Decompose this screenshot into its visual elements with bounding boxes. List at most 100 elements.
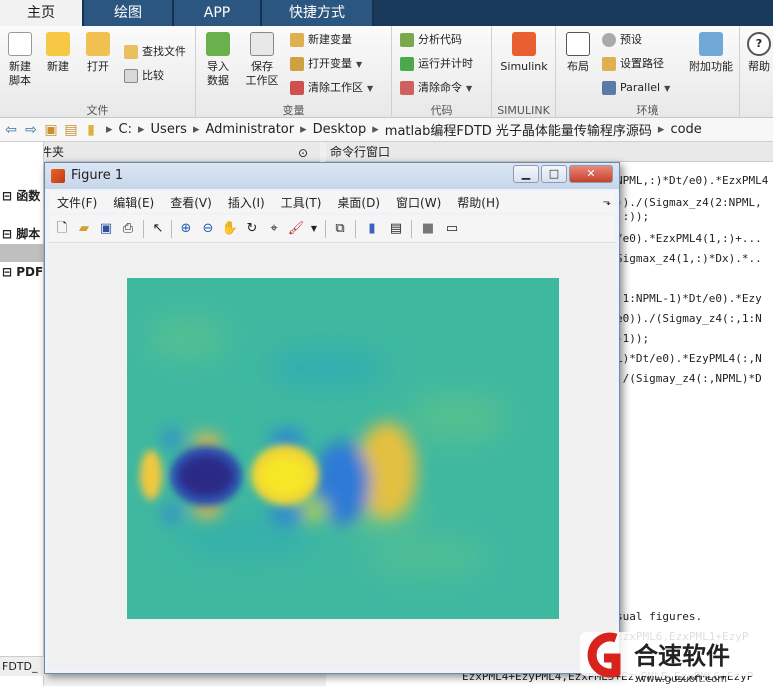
figure-canvas: [49, 245, 615, 669]
set-path-button[interactable]: 设置路径: [600, 54, 664, 74]
close-button[interactable]: ✕: [569, 165, 613, 183]
forward-arrow-icon[interactable]: ⇨: [22, 121, 40, 139]
chevron-down-icon: ▼: [367, 84, 374, 93]
code-group: 分析代码 运行并计时 清除命令 ▼ 代码: [392, 26, 492, 118]
new-figure-icon[interactable]: 🗋: [53, 220, 71, 238]
addons-cubes-icon: [699, 32, 723, 56]
panel-menu-chevron-icon[interactable]: ⊙: [298, 143, 308, 163]
menu-view[interactable]: 查看(V): [162, 194, 220, 211]
figure-titlebar[interactable]: Figure 1 ▁ □ ✕: [45, 163, 619, 189]
save-workspace-button[interactable]: 保存 工作区: [240, 30, 284, 88]
parallel-icon: [602, 81, 616, 95]
print-icon[interactable]: ⎙: [119, 220, 137, 238]
data-cursor-icon[interactable]: ⌖: [265, 220, 283, 238]
tab-plots[interactable]: 绘图: [84, 0, 174, 26]
layout-button[interactable]: 布局: [558, 30, 598, 74]
preferences-button[interactable]: 预设: [600, 30, 642, 50]
preferences-label: 预设: [620, 33, 642, 46]
compare-icon: [124, 69, 138, 83]
figure-window[interactable]: Figure 1 ▁ □ ✕ 文件(F) 编辑(E) 查看(V) 插入(I) 工…: [44, 162, 620, 674]
colorbar-icon[interactable]: ▮: [363, 220, 381, 238]
command-window-title: 命令行窗口: [330, 145, 391, 159]
browse-folder-icon[interactable]: ▤: [62, 121, 80, 139]
new-script-button[interactable]: 新建 脚本: [0, 30, 40, 88]
show-plot-tools-icon[interactable]: ▭: [443, 220, 461, 238]
dock-arrow-icon[interactable]: ⬎: [603, 197, 611, 208]
back-arrow-icon[interactable]: ⇦: [2, 121, 20, 139]
zoom-out-icon[interactable]: ⊖: [199, 220, 217, 238]
collapse-icon[interactable]: ⊟: [2, 265, 16, 279]
analyze-code-button[interactable]: 分析代码: [398, 30, 462, 50]
help-question-icon: ?: [747, 32, 771, 56]
selected-file-row[interactable]: [0, 244, 44, 262]
crumb-project-folder[interactable]: matlab编程FDTD 光子晶体能量传输程序源码: [385, 120, 652, 139]
import-data-button[interactable]: 导入 数据: [198, 30, 238, 88]
brush-icon[interactable]: 🖌: [287, 220, 305, 238]
folder-group-scripts[interactable]: ⊟ 脚本: [0, 224, 40, 244]
rotate-3d-icon[interactable]: ↻: [243, 220, 261, 238]
command-window-header: 命令行窗口: [326, 142, 773, 162]
crumb-drive[interactable]: C:: [119, 122, 132, 137]
menu-desktop[interactable]: 桌面(D): [329, 194, 388, 211]
menu-edit[interactable]: 编辑(E): [105, 194, 162, 211]
help-button[interactable]: ? 帮助: [740, 30, 773, 74]
import-data-label: 导入 数据: [207, 60, 229, 87]
folder-group-pdf[interactable]: ⊟ PDF: [0, 262, 43, 282]
open-button[interactable]: 打开: [78, 30, 118, 74]
tab-shortcuts[interactable]: 快捷方式: [262, 0, 374, 26]
addons-button[interactable]: 附加功能: [684, 30, 738, 74]
collapse-icon[interactable]: ⊟: [2, 189, 16, 203]
maximize-button[interactable]: □: [541, 165, 567, 183]
crumb-code[interactable]: code: [670, 122, 701, 137]
chevron-down-icon[interactable]: ▼: [305, 220, 323, 238]
crumb-users[interactable]: Users: [151, 122, 187, 137]
link-plot-icon[interactable]: ⧉: [331, 220, 349, 238]
addons-label: 附加功能: [689, 60, 733, 73]
file-details-bar: FDTD_: [0, 656, 44, 676]
folder-icon: ▮: [87, 121, 95, 138]
legend-icon[interactable]: ▤: [387, 220, 405, 238]
collapse-icon[interactable]: ⊟: [2, 227, 16, 241]
open-variable-button[interactable]: 打开变量 ▼: [288, 54, 362, 74]
save-icon[interactable]: ▣: [97, 220, 115, 238]
command-line: e0))./(Sigmay_z4(:,1:N: [616, 312, 762, 325]
folder-group-functions[interactable]: ⊟ 函数: [0, 186, 40, 206]
new-label: 新建: [47, 60, 69, 73]
minimize-button[interactable]: ▁: [513, 165, 539, 183]
field-plot-axes[interactable]: [127, 278, 559, 619]
tab-apps[interactable]: APP: [174, 0, 262, 26]
new-button[interactable]: 新建: [38, 30, 78, 74]
clear-workspace-button[interactable]: 清除工作区 ▼: [288, 78, 373, 98]
path-separator: ▸: [657, 122, 665, 137]
run-and-time-button[interactable]: 运行并计时: [398, 54, 473, 74]
crumb-desktop[interactable]: Desktop: [313, 122, 367, 137]
tab-home[interactable]: 主页: [0, 0, 84, 26]
figure-title: Figure 1: [71, 168, 124, 183]
menu-tools[interactable]: 工具(T): [273, 194, 330, 211]
menu-file[interactable]: 文件(F): [49, 194, 105, 211]
menu-window[interactable]: 窗口(W): [388, 194, 449, 211]
save-workspace-label: 保存 工作区: [245, 60, 279, 87]
find-files-label: 查找文件: [142, 45, 186, 58]
pointer-icon[interactable]: ↖: [149, 220, 167, 238]
path-separator: ▸: [192, 122, 200, 137]
parallel-button[interactable]: Parallel ▼: [600, 78, 670, 98]
menu-help[interactable]: 帮助(H): [449, 194, 507, 211]
figure-menubar: 文件(F) 编辑(E) 查看(V) 插入(I) 工具(T) 桌面(D) 窗口(W…: [49, 191, 615, 213]
clear-commands-button[interactable]: 清除命令 ▼: [398, 78, 472, 98]
analyze-code-icon: [400, 33, 414, 47]
pan-hand-icon[interactable]: ✋: [221, 220, 239, 238]
menu-insert[interactable]: 插入(I): [220, 194, 273, 211]
open-file-icon[interactable]: ▰: [75, 220, 93, 238]
simulink-button[interactable]: Simulink: [496, 30, 552, 74]
crumb-administrator[interactable]: Administrator: [205, 122, 294, 137]
up-folder-icon[interactable]: ▣: [42, 121, 60, 139]
save-workspace-icon: [250, 32, 274, 56]
compare-button[interactable]: 比较: [122, 66, 164, 86]
find-files-button[interactable]: 查找文件: [122, 42, 186, 62]
chevron-down-icon: ▼: [664, 84, 671, 93]
current-folder-panel: ⊟ 函数 ⊟ 脚本 ⊟ PDF: [0, 142, 44, 686]
hide-plot-tools-icon[interactable]: ■: [419, 220, 437, 238]
new-variable-button[interactable]: 新建变量: [288, 30, 352, 50]
zoom-in-icon[interactable]: ⊕: [177, 220, 195, 238]
